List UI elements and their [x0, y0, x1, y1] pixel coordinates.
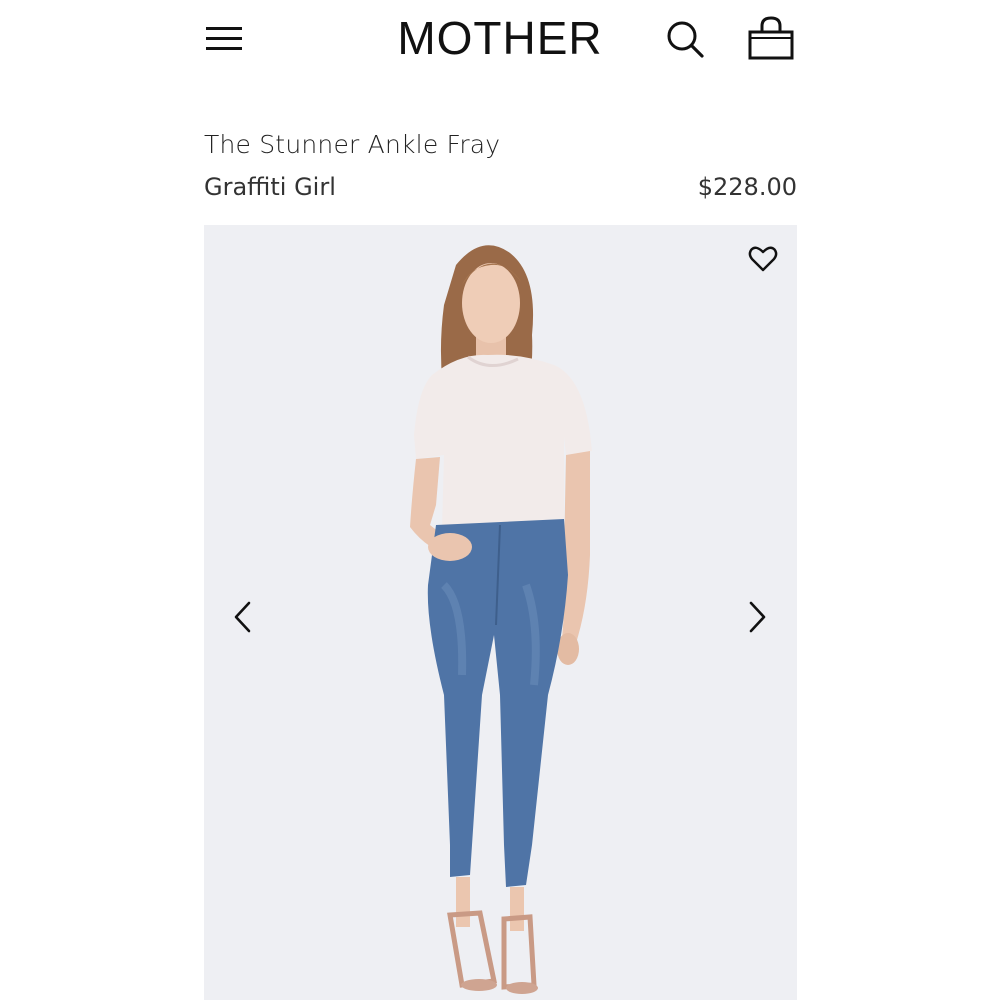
product-color-name: Graffiti Girl [204, 173, 336, 201]
chevron-left-icon[interactable] [228, 597, 258, 637]
shopping-bag-icon[interactable] [746, 14, 796, 62]
search-icon[interactable] [664, 18, 706, 60]
site-header: MOTHER [0, 0, 1000, 80]
product-name: The Stunner Ankle Fray [204, 130, 501, 159]
hamburger-menu-icon[interactable] [204, 24, 244, 54]
product-image-gallery[interactable] [204, 225, 797, 1000]
product-photo [410, 245, 592, 994]
heart-icon[interactable] [747, 243, 779, 275]
product-page: MOTHER The Stunner Ankle Fray Graffiti G… [0, 0, 1000, 1000]
product-price: $228.00 [697, 173, 797, 201]
brand-logo[interactable]: MOTHER [380, 10, 620, 66]
chevron-right-icon[interactable] [742, 597, 772, 637]
